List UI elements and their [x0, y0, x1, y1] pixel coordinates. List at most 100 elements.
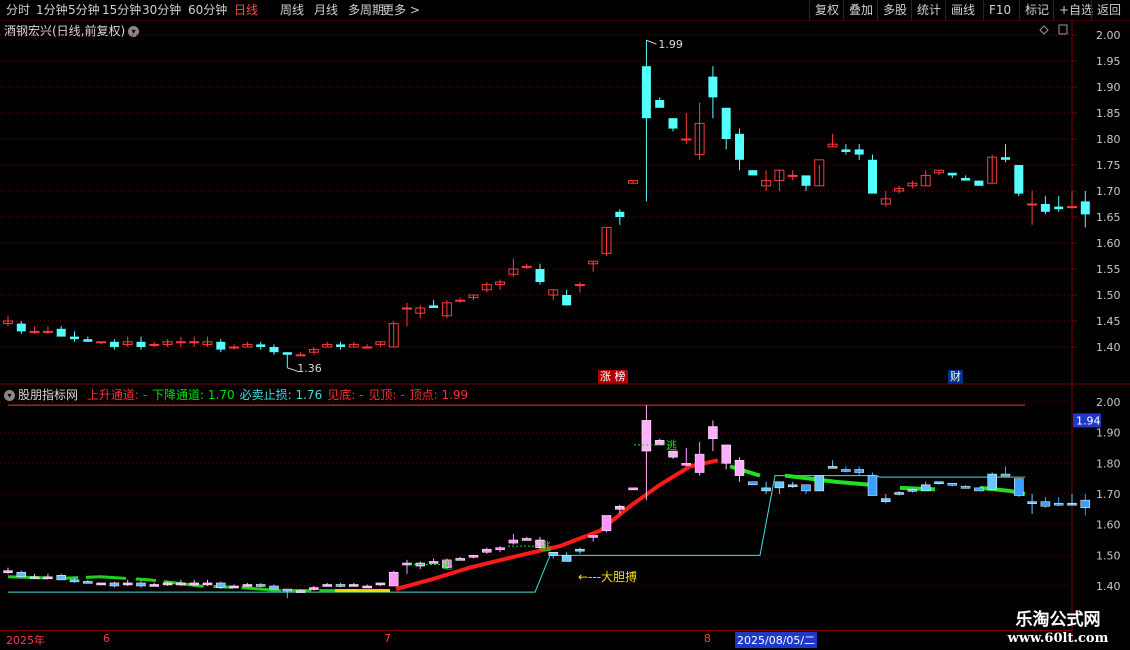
- candle-body: [56, 328, 66, 337]
- candle-body: [109, 341, 119, 347]
- indicator-candle-body: [881, 498, 891, 502]
- indicator-candle-body: [641, 420, 652, 452]
- indicator-candle-body: [43, 576, 53, 580]
- indicator-candle-body: [455, 558, 465, 561]
- candle-body: [256, 344, 266, 347]
- indicator-candle-body: [149, 584, 160, 587]
- candle-body: [216, 341, 226, 350]
- y-tick-label: 1.40: [1096, 580, 1121, 593]
- y-tick-label: 1.85: [1096, 107, 1121, 120]
- indicator-candle-body: [668, 450, 678, 458]
- y-tick-label: 1.90: [1096, 81, 1121, 94]
- candle-body: [801, 175, 811, 186]
- indicator-candle-body: [947, 483, 958, 486]
- y-tick-label: 1.70: [1096, 488, 1121, 501]
- candle-body: [429, 305, 439, 308]
- high-pointer: [646, 39, 657, 45]
- indicator-candle-body: [216, 582, 226, 588]
- indicator-candle-body: [269, 585, 279, 590]
- indicator-candle-body: [255, 584, 266, 587]
- indicator-candle-body: [920, 484, 931, 492]
- indicator-candle-body: [1014, 478, 1024, 496]
- y-tick-label: 1.95: [1096, 55, 1121, 68]
- candle-body: [1040, 204, 1050, 212]
- candle-body: [1027, 203, 1038, 206]
- date-label: 2025年: [6, 634, 45, 647]
- chart-canvas[interactable]: 2.00 1.95 1.90 1.85 1.80 1.75 1.70 1.65 1.60 1.55…: [0, 0, 1130, 650]
- candle-body: [1001, 157, 1010, 160]
- candle-body: [961, 178, 971, 181]
- candle-body: [721, 107, 731, 139]
- candle-body: [841, 149, 851, 152]
- falling-channel-line: [784, 473, 871, 487]
- indicator-candle-body: [774, 481, 785, 489]
- candle-body: [336, 344, 345, 347]
- y-tick-label: 1.70: [1096, 185, 1121, 198]
- low-label: 1.36: [297, 362, 322, 375]
- candle-body: [1014, 165, 1024, 194]
- indicator-candle-body: [681, 463, 692, 466]
- candle-body: [402, 307, 412, 310]
- indicator-candle-body: [122, 582, 133, 586]
- indicator-candle-body: [242, 584, 253, 587]
- candle-body: [1080, 201, 1090, 215]
- indicator-candle-body: [841, 469, 851, 472]
- indicator-candle-body: [428, 561, 439, 564]
- current-price-label: 1.94: [1076, 414, 1101, 427]
- indicator-candle-body: [229, 585, 239, 589]
- candle-body: [641, 66, 651, 119]
- indicator-candle-body: [708, 426, 718, 440]
- candle-body: [70, 336, 79, 340]
- bold-buy-marker: ←---大胆搏: [578, 570, 637, 584]
- indicator-candle-body: [601, 515, 612, 532]
- indicator-candle-body: [349, 584, 359, 587]
- indicator-candle-body: [482, 548, 492, 553]
- indicator-candle-body: [468, 555, 479, 558]
- candle-body: [96, 341, 107, 344]
- indicator-candle-body: [508, 539, 519, 544]
- indicator-candle-body: [894, 492, 904, 495]
- candle-body: [42, 330, 53, 333]
- indicator-candle-body: [814, 475, 825, 492]
- indicator-candle-body: [335, 584, 346, 587]
- indicator-candle-body: [176, 582, 186, 586]
- candle-body: [282, 352, 292, 355]
- candle-body: [29, 330, 40, 333]
- indicator-candle-body: [69, 579, 80, 583]
- date-axis: 2025年 6 7 8 2025/08/05/二: [0, 630, 1072, 648]
- indicator-candle-body: [761, 487, 771, 492]
- indicator-candle-body: [575, 548, 585, 552]
- indicator-candle-body: [1067, 502, 1077, 506]
- indicator-candle-body: [29, 576, 40, 580]
- candle-body: [708, 76, 718, 98]
- y-tick-label: 2.00: [1096, 396, 1121, 409]
- candle-body: [974, 180, 984, 186]
- y-tick-label: 1.80: [1096, 457, 1121, 470]
- indicator-candle-body: [295, 590, 306, 593]
- candle-body: [735, 133, 744, 160]
- candle-body: [947, 172, 957, 176]
- indicator-candle-body: [362, 585, 372, 589]
- indicator-candle-body: [974, 487, 984, 492]
- indicator-candle-body: [109, 582, 120, 587]
- indicator-candle-body: [202, 582, 213, 586]
- watermark-url: www.60lt.com: [1007, 631, 1109, 646]
- candle-body: [868, 159, 877, 194]
- indicator-candle-body: [734, 460, 745, 476]
- candle-body: [574, 284, 585, 287]
- indicator-candle-body: [83, 581, 93, 584]
- watermark-title: 乐淘公式网: [1015, 610, 1101, 630]
- window-icon: [1058, 24, 1068, 35]
- candle-body: [136, 341, 146, 347]
- candle-body: [854, 149, 864, 155]
- y-tick-label: 1.50: [1096, 549, 1121, 562]
- indicator-candle-body: [282, 588, 293, 592]
- escape-marker: 逃: [666, 439, 677, 452]
- candle-body: [362, 346, 373, 349]
- indicator-candle-body: [867, 475, 878, 496]
- date-label: 6: [103, 632, 110, 645]
- date-label: 7: [384, 632, 391, 645]
- indicator-candle-body: [801, 484, 811, 492]
- candle-body: [149, 343, 160, 346]
- y-tick-label: 1.80: [1096, 133, 1121, 146]
